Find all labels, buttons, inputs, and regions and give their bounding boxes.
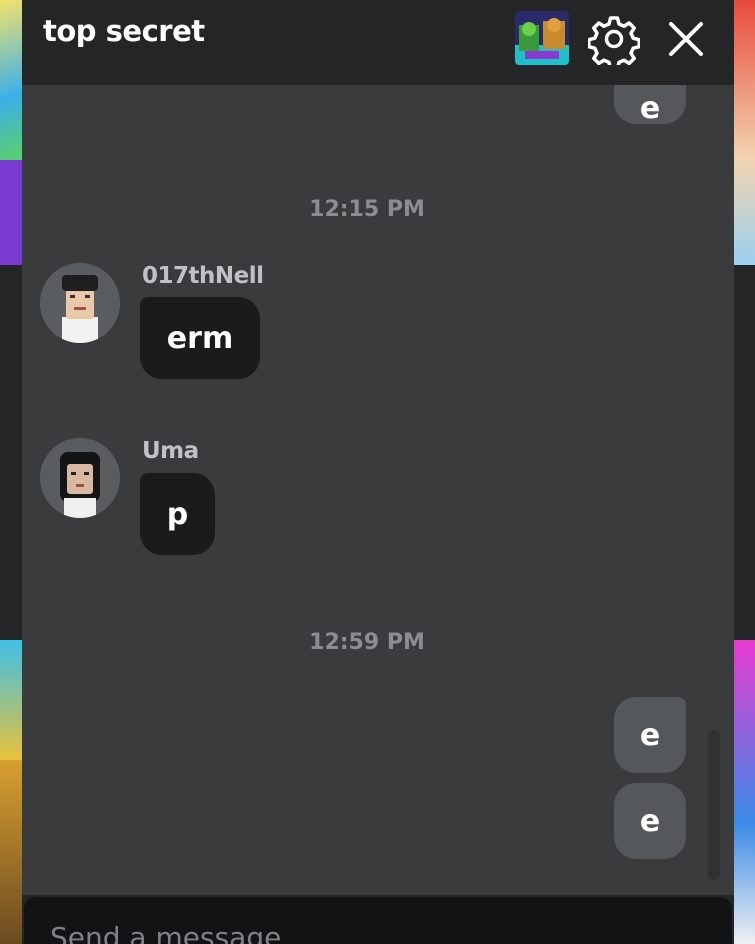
message-text: p: [166, 496, 189, 532]
scrollbar[interactable]: [708, 730, 720, 880]
outgoing-message-bubble: e: [614, 697, 686, 773]
sender-name: 017thNell: [142, 263, 264, 289]
timestamp: 12:59 PM: [309, 630, 425, 655]
message-list[interactable]: e 12:15 PM 017thNell erm Uma p 12:59 PM …: [22, 85, 734, 895]
outgoing-message-bubble: e: [614, 783, 686, 859]
timestamp: 12:15 PM: [309, 197, 425, 222]
avatar[interactable]: [40, 263, 120, 343]
chat-title: top secret: [43, 14, 205, 48]
message-text: erm: [166, 320, 234, 356]
incoming-message-bubble: erm: [140, 297, 260, 379]
message-text: e: [639, 90, 661, 126]
chat-header: top secret: [22, 0, 734, 85]
message-composer: [22, 895, 734, 944]
avatar[interactable]: [40, 438, 120, 518]
background-left-strip: [0, 0, 22, 944]
message-input[interactable]: [24, 897, 732, 944]
message-text: e: [639, 717, 661, 753]
sender-name: Uma: [142, 438, 199, 464]
group-thumbnail[interactable]: [515, 11, 569, 65]
close-icon[interactable]: [664, 13, 708, 65]
background-right-strip: [733, 0, 755, 944]
message-text: e: [639, 803, 661, 839]
chat-window: top secret e 12:15 PM 017thNell erm Uma …: [22, 0, 734, 944]
incoming-message-bubble: p: [140, 473, 215, 555]
outgoing-message-bubble-partial: e: [614, 85, 686, 126]
settings-gear-icon[interactable]: [587, 13, 641, 71]
